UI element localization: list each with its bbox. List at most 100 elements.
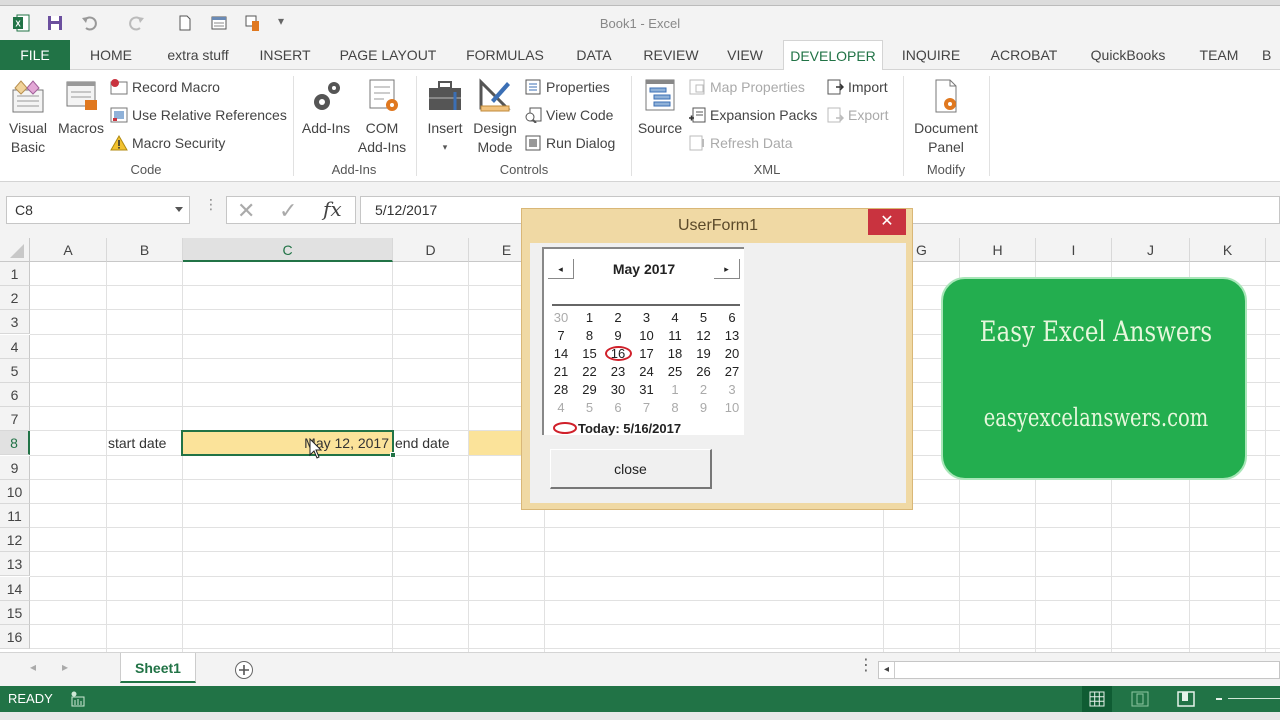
- calendar-today-link[interactable]: Today: 5/16/2017: [552, 421, 681, 436]
- row-header-9[interactable]: 9: [0, 455, 30, 480]
- expansion-packs-button[interactable]: Expansion Packs: [688, 104, 817, 126]
- tab-extra-stuff[interactable]: extra stuff: [156, 40, 240, 70]
- select-all-button[interactable]: [0, 238, 30, 262]
- calendar-day[interactable]: 26: [690, 363, 718, 381]
- row-header-11[interactable]: 11: [0, 504, 30, 528]
- calendar-day[interactable]: 1: [661, 381, 689, 399]
- tab-file[interactable]: FILE: [0, 40, 70, 70]
- properties-button[interactable]: Properties: [524, 76, 610, 98]
- column-header-j[interactable]: J: [1112, 238, 1190, 262]
- calendar-next-button[interactable]: ▸: [714, 259, 740, 279]
- calendar-day[interactable]: 30: [604, 381, 632, 399]
- row-header-6[interactable]: 6: [0, 383, 30, 407]
- row-header-2[interactable]: 2: [0, 286, 30, 311]
- tab-team[interactable]: TEAM: [1192, 40, 1246, 70]
- close-button[interactable]: close: [550, 449, 712, 489]
- tab-formulas[interactable]: FORMULAS: [460, 40, 550, 70]
- record-macro-button[interactable]: Record Macro: [110, 76, 220, 98]
- import-button[interactable]: Import: [826, 76, 888, 98]
- scroll-left-arrow-icon[interactable]: ◂: [879, 662, 895, 678]
- calendar-day[interactable]: 3: [633, 309, 661, 327]
- tab-review[interactable]: REVIEW: [638, 40, 704, 70]
- page-layout-view-icon[interactable]: [1130, 691, 1150, 707]
- row-header-5[interactable]: 5: [0, 358, 30, 383]
- row-header-4[interactable]: 4: [0, 334, 30, 359]
- cell-b8[interactable]: start date: [108, 431, 166, 455]
- column-header-k[interactable]: K: [1190, 238, 1266, 262]
- sheet-tab-sheet1[interactable]: Sheet1: [120, 653, 196, 683]
- row-header-7[interactable]: 7: [0, 407, 30, 432]
- calendar-day[interactable]: 20: [718, 345, 746, 363]
- calendar-day[interactable]: 27: [718, 363, 746, 381]
- run-dialog-button[interactable]: Run Dialog: [524, 132, 615, 154]
- calendar-day[interactable]: 4: [661, 309, 689, 327]
- row-header-8[interactable]: 8: [0, 431, 30, 456]
- scroll-split-grip-icon[interactable]: ⋮: [858, 658, 874, 674]
- row-header-3[interactable]: 3: [0, 310, 30, 335]
- calendar-day[interactable]: 21: [547, 363, 575, 381]
- tab-insert[interactable]: INSERT: [254, 40, 316, 70]
- use-relative-references-button[interactable]: Use Relative References: [110, 104, 287, 126]
- document-panel-button[interactable]: Document Panel: [908, 78, 984, 157]
- calendar-day[interactable]: 8: [576, 327, 604, 345]
- calendar-day[interactable]: 3: [718, 381, 746, 399]
- tab-page-layout[interactable]: PAGE LAYOUT: [334, 40, 442, 70]
- column-header-b[interactable]: B: [107, 238, 183, 262]
- easy-excel-answers-logo[interactable]: Easy Excel Answers easyexcelanswers.com: [941, 277, 1247, 480]
- cell-d8[interactable]: end date: [395, 431, 450, 455]
- calendar-day[interactable]: 10: [633, 327, 661, 345]
- calendar-day[interactable]: 15: [576, 345, 604, 363]
- sheet-scroll-right-icon[interactable]: ▸: [62, 660, 68, 674]
- calendar-day[interactable]: 30: [547, 309, 575, 327]
- row-header-1[interactable]: 1: [0, 262, 30, 286]
- row-header-16[interactable]: 16: [0, 625, 30, 649]
- calendar-day[interactable]: 17: [633, 345, 661, 363]
- refresh-data-button[interactable]: Refresh Data: [688, 132, 792, 154]
- tab-home[interactable]: HOME: [82, 40, 140, 70]
- zoom-slider[interactable]: [1228, 698, 1280, 699]
- tab-inquire[interactable]: INQUIRE: [896, 40, 966, 70]
- xml-source-button[interactable]: Source: [636, 78, 684, 138]
- calendar-day[interactable]: 9: [604, 327, 632, 345]
- column-header-i[interactable]: I: [1036, 238, 1112, 262]
- calendar-day[interactable]: 5: [576, 399, 604, 417]
- calendar-day[interactable]: 25: [661, 363, 689, 381]
- map-properties-button[interactable]: Map Properties: [688, 76, 805, 98]
- row-header-12[interactable]: 12: [0, 528, 30, 553]
- normal-view-button[interactable]: [1082, 686, 1112, 712]
- tab-data[interactable]: DATA: [568, 40, 620, 70]
- formula-bar-grip-icon[interactable]: ⋮: [204, 197, 218, 211]
- row-header-10[interactable]: 10: [0, 479, 30, 504]
- calendar-day[interactable]: 13: [718, 327, 746, 345]
- column-header-d[interactable]: D: [393, 238, 469, 262]
- calendar-day[interactable]: 7: [547, 327, 575, 345]
- calendar-day[interactable]: 2: [604, 309, 632, 327]
- design-mode-button[interactable]: Design Mode: [470, 78, 520, 157]
- tab-acrobat[interactable]: ACROBAT: [984, 40, 1064, 70]
- calendar-day[interactable]: 29: [576, 381, 604, 399]
- add-ins-button[interactable]: Add-Ins: [298, 78, 354, 138]
- calendar-day[interactable]: 14: [547, 345, 575, 363]
- row-header-15[interactable]: 15: [0, 600, 30, 625]
- calendar-day[interactable]: 4: [547, 399, 575, 417]
- tab-developer[interactable]: DEVELOPER: [783, 40, 883, 71]
- page-break-preview-icon[interactable]: [1176, 691, 1196, 707]
- calendar-day[interactable]: 5: [690, 309, 718, 327]
- enter-icon[interactable]: ✓: [279, 198, 297, 224]
- calendar-day[interactable]: 31: [633, 381, 661, 399]
- column-header-a[interactable]: A: [30, 238, 107, 262]
- calendar-day[interactable]: 9: [690, 399, 718, 417]
- macro-recording-icon[interactable]: [70, 691, 86, 707]
- sheet-scroll-left-icon[interactable]: ◂: [30, 660, 36, 674]
- calendar-day[interactable]: 10: [718, 399, 746, 417]
- horizontal-scrollbar[interactable]: ◂: [878, 661, 1280, 679]
- tab-view[interactable]: VIEW: [720, 40, 770, 70]
- calendar-day[interactable]: 22: [576, 363, 604, 381]
- com-add-ins-button[interactable]: COM Add-Ins: [354, 78, 410, 157]
- calendar-day[interactable]: 18: [661, 345, 689, 363]
- export-button[interactable]: Export: [826, 104, 888, 126]
- column-header-h[interactable]: H: [960, 238, 1036, 262]
- calendar-day[interactable]: 7: [633, 399, 661, 417]
- userform-close-button[interactable]: ✕: [868, 209, 906, 235]
- insert-control-button[interactable]: Insert ▾: [422, 78, 468, 157]
